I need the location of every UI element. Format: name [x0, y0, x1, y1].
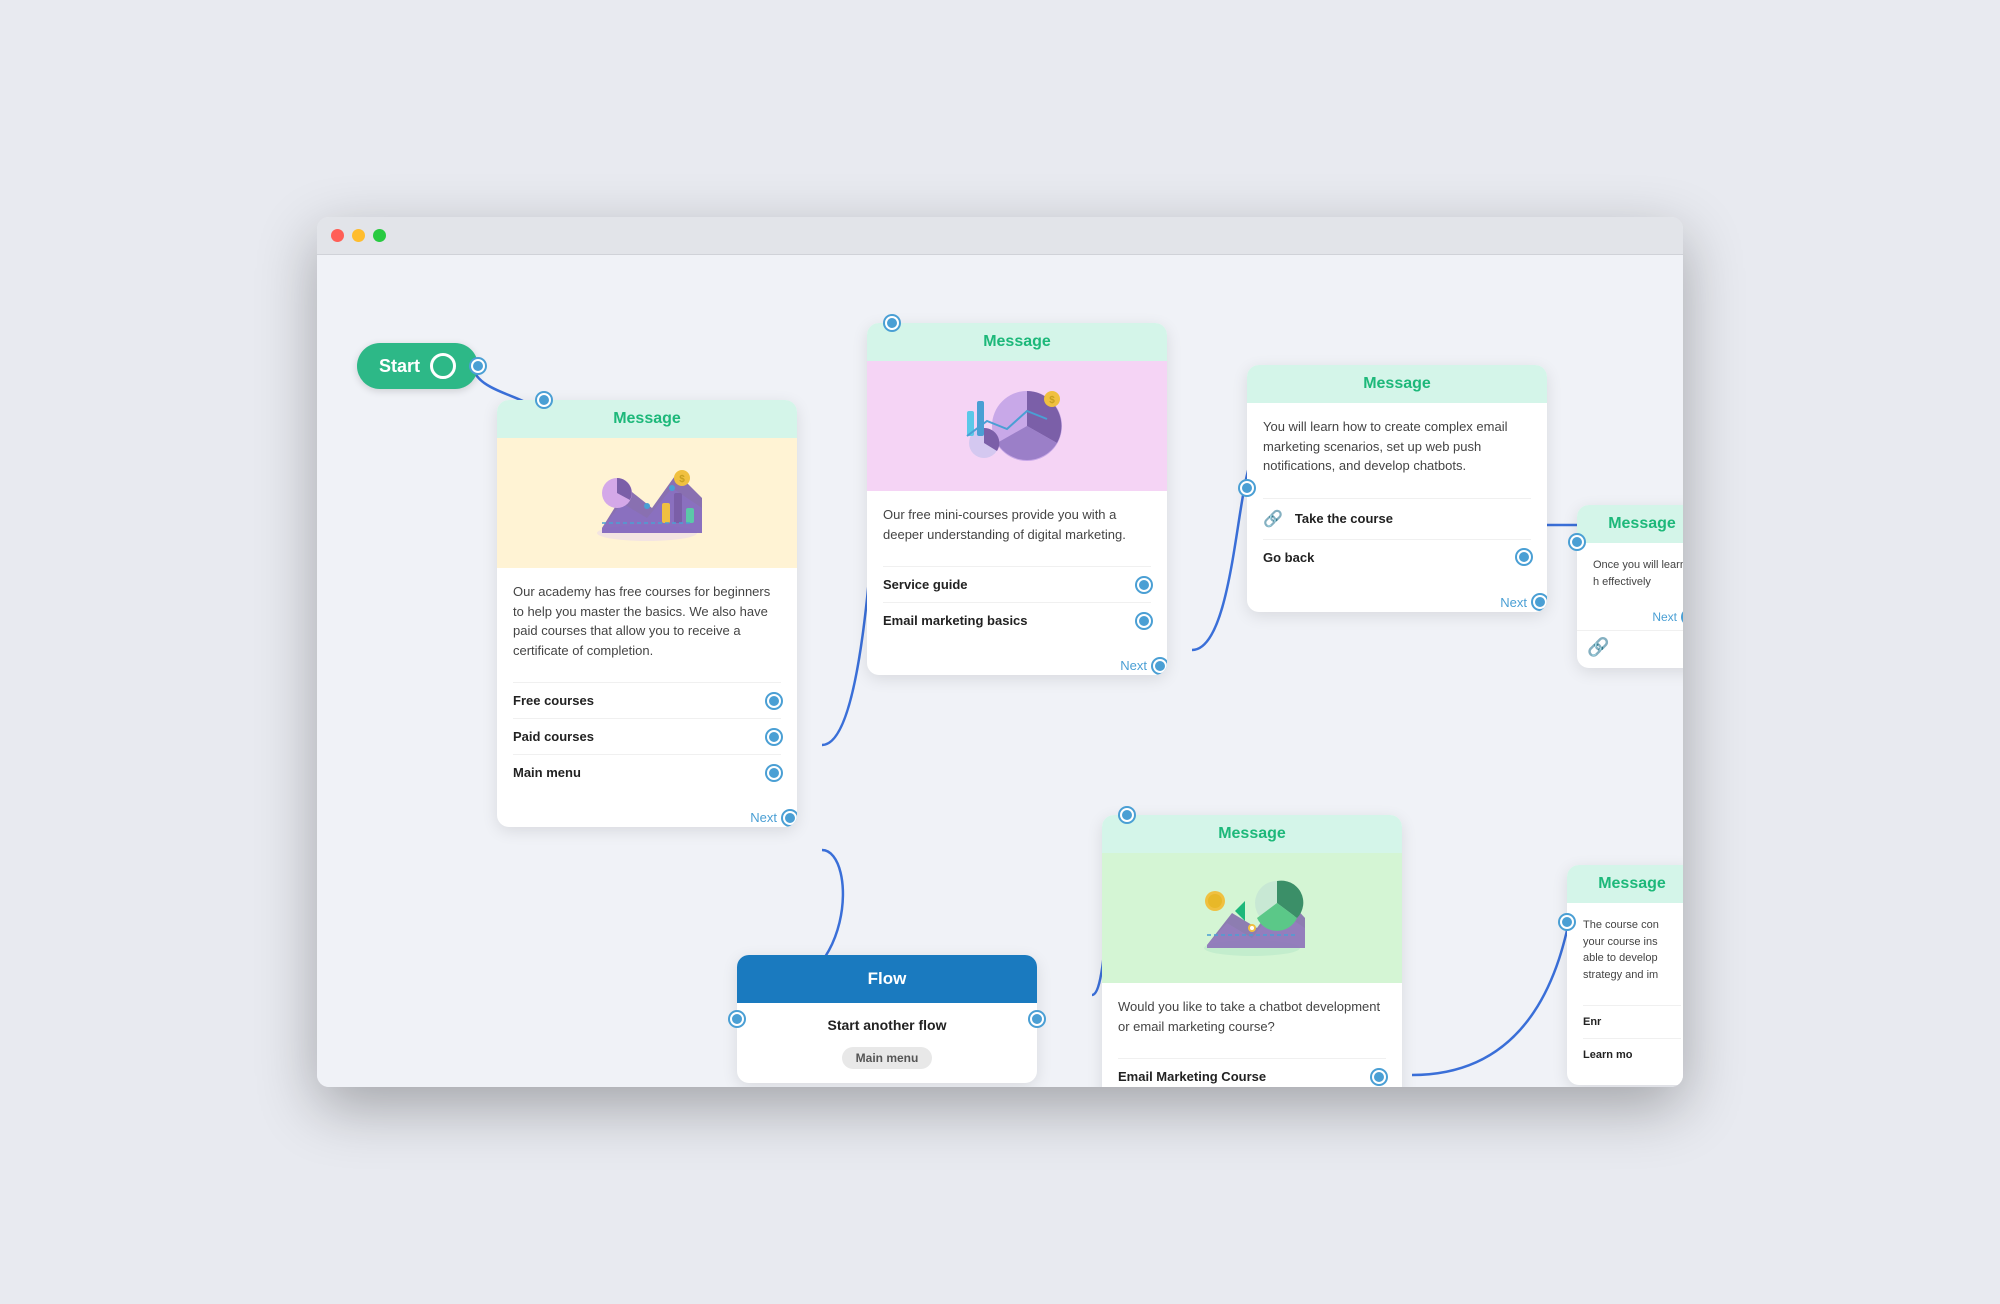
- btn-dot-1: [767, 694, 781, 708]
- card3-input-dot: [1240, 481, 1254, 495]
- card4-body: Would you like to take a chatbot develop…: [1102, 983, 1402, 1050]
- card1-btn-2[interactable]: Paid courses: [513, 718, 781, 754]
- card2-node: Message: [867, 323, 1167, 675]
- btn-dot-2: [767, 730, 781, 744]
- card4-buttons: Email Marketing Course DIY Chatbots Cour…: [1102, 1050, 1402, 1087]
- card1-next: Next: [497, 804, 797, 827]
- canvas-area: Start Message: [317, 255, 1683, 1087]
- card4-btn-dot-1: [1372, 1070, 1386, 1084]
- start-circle: [430, 353, 456, 379]
- card5-next: Next: [1577, 604, 1683, 630]
- card1-next-dot: [783, 811, 797, 825]
- card4-header: Message: [1102, 815, 1402, 853]
- card3-node: Message You will learn how to create com…: [1247, 365, 1547, 612]
- card3-btn-dot-2: [1517, 550, 1531, 564]
- start-output-dot: [471, 359, 485, 373]
- card6-btn-2[interactable]: Learn mo: [1583, 1038, 1681, 1071]
- flow-body: Start another flow Main menu: [737, 1003, 1037, 1083]
- maximize-button[interactable]: [373, 229, 386, 242]
- start-label: Start: [379, 356, 420, 377]
- card5-partial-node: Message Once you will learn h effectivel…: [1577, 505, 1683, 668]
- card2-next: Next: [867, 652, 1167, 675]
- card3-btn-1[interactable]: 🔗 Take the course: [1263, 498, 1531, 539]
- chart-icon-4: [1197, 873, 1307, 963]
- mac-window: Start Message: [317, 217, 1683, 1087]
- card2-header: Message: [867, 323, 1167, 361]
- card3-body: You will learn how to create complex ema…: [1247, 403, 1547, 490]
- card2-btn-1[interactable]: Service guide: [883, 566, 1151, 602]
- card1-btn-3[interactable]: Main menu: [513, 754, 781, 790]
- card6-partial-node: Message The course con your course ins a…: [1567, 865, 1683, 1085]
- card3-buttons: 🔗 Take the course Go back: [1247, 490, 1547, 589]
- card1-buttons: Free courses Paid courses Main menu: [497, 674, 797, 804]
- chart-icon-1: $: [592, 458, 702, 548]
- svg-text:$: $: [1049, 395, 1055, 406]
- card5-body: Once you will learn h effectively: [1577, 543, 1683, 604]
- message-card-3: Message You will learn how to create com…: [1247, 365, 1547, 612]
- card2-image: $: [867, 361, 1167, 491]
- minimize-button[interactable]: [352, 229, 365, 242]
- card2-btn-dot-2: [1137, 614, 1151, 628]
- card4-node: Message: [1102, 815, 1402, 1087]
- message-card-4: Message: [1102, 815, 1402, 1087]
- message-card-2: Message: [867, 323, 1167, 675]
- card3-next-dot: [1533, 595, 1547, 609]
- start-node[interactable]: Start: [357, 343, 478, 389]
- flow-title: Start another flow: [753, 1017, 1021, 1033]
- card2-input-dot: [885, 316, 899, 330]
- card1-input-dot: [537, 393, 551, 407]
- card5-link: 🔗: [1577, 630, 1683, 668]
- card3-next: Next: [1247, 589, 1547, 612]
- card5-header: Message: [1577, 505, 1683, 543]
- flow-input-dot: [730, 1012, 744, 1026]
- card5-input-dot: [1570, 535, 1584, 549]
- card6-body: The course con your course ins able to d…: [1567, 903, 1683, 997]
- chart-icon-2: $: [962, 381, 1072, 471]
- card6-buttons: Enr Learn mo: [1567, 997, 1683, 1085]
- close-button[interactable]: [331, 229, 344, 242]
- card2-btn-dot-1: [1137, 578, 1151, 592]
- message-card-1: Message: [497, 400, 797, 827]
- card1-body: Our academy has free courses for beginne…: [497, 568, 797, 674]
- flow-header: Flow: [737, 955, 1037, 1003]
- card1-btn-1[interactable]: Free courses: [513, 682, 781, 718]
- flow-card: Flow Start another flow Main menu: [737, 955, 1037, 1083]
- svg-text:$: $: [679, 474, 685, 485]
- card6-header: Message: [1567, 865, 1683, 903]
- card6-input-dot: [1560, 915, 1574, 929]
- card2-buttons: Service guide Email marketing basics: [867, 558, 1167, 652]
- flow-output-dot: [1030, 1012, 1044, 1026]
- card3-btn-2[interactable]: Go back: [1263, 539, 1531, 575]
- card6-btn-1[interactable]: Enr: [1583, 1005, 1681, 1038]
- btn-dot-3: [767, 766, 781, 780]
- card2-body: Our free mini-courses provide you with a…: [867, 491, 1167, 558]
- card2-btn-2[interactable]: Email marketing basics: [883, 602, 1151, 638]
- titlebar: [317, 217, 1683, 255]
- flow-tag: Main menu: [842, 1047, 933, 1069]
- card4-input-dot: [1120, 808, 1134, 822]
- card2-next-dot: [1153, 659, 1167, 673]
- link-icon-1: 🔗: [1263, 509, 1283, 529]
- card3-header: Message: [1247, 365, 1547, 403]
- card4-btn-1[interactable]: Email Marketing Course: [1118, 1058, 1386, 1087]
- card1-image: $: [497, 438, 797, 568]
- flow-card-node: Flow Start another flow Main menu: [737, 955, 1037, 1083]
- card4-image: [1102, 853, 1402, 983]
- card1-node: Message: [497, 400, 797, 827]
